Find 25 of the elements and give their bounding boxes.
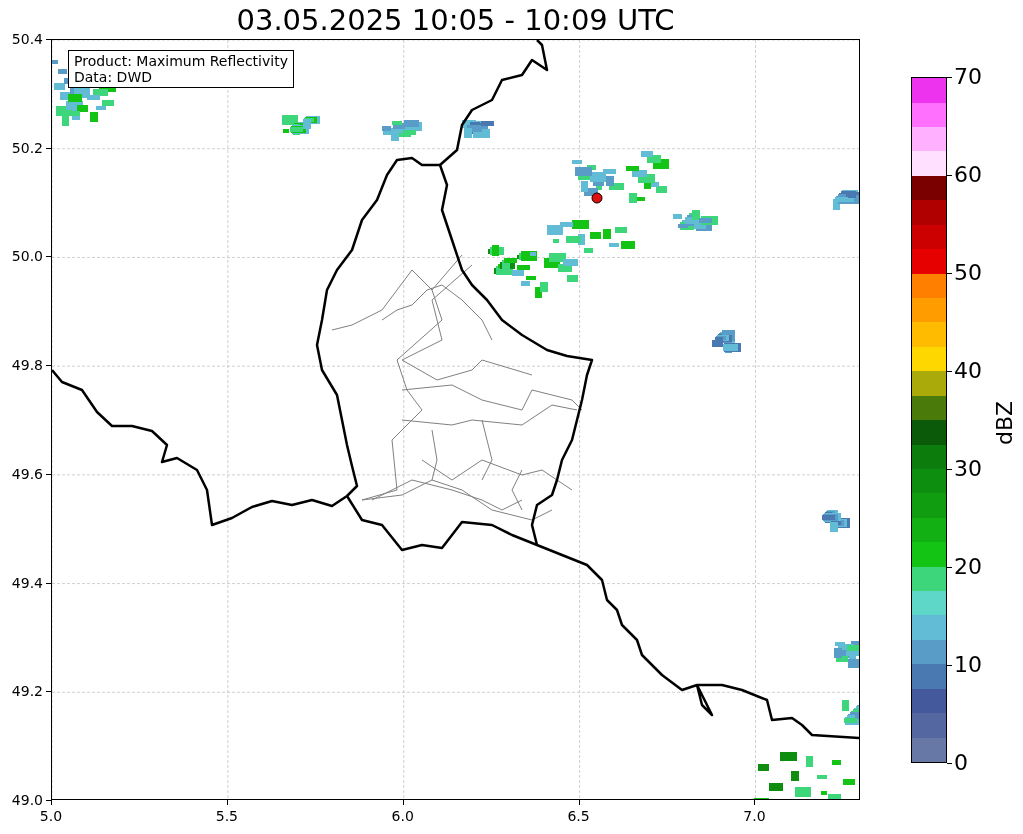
info-text: Data: DWD (74, 69, 153, 85)
y-tick-label: 49.2 (10, 683, 43, 700)
y-tick-label: 50.2 (10, 139, 43, 156)
y-tick-label: 49.8 (10, 357, 43, 374)
colorbar-tick-label: 50 (954, 260, 982, 286)
x-tick-label: 6.5 (567, 808, 590, 824)
colorbar-tick-label: 10 (954, 652, 982, 678)
x-tick-label: 5.0 (39, 808, 63, 824)
y-tick-label: 49.4 (10, 574, 43, 591)
y-tick-label: 50.4 (10, 31, 43, 47)
colorbar-tick-label: 40 (954, 358, 982, 384)
y-tick-label: 49.0 (10, 792, 43, 808)
x-tick-label: 5.5 (215, 808, 238, 824)
y-tick-label: 50.0 (10, 248, 43, 265)
colorbar-tick-label: 60 (954, 162, 982, 188)
x-tick-label: 7.0 (743, 808, 766, 824)
chart-title: 03.05.2025 10:05 - 10:09 UTC (236, 3, 675, 37)
info-text: Product: Maximum Reflectivity (74, 53, 288, 69)
colorbar-tick-label: 20 (954, 554, 982, 580)
y-tick-label: 49.6 (10, 465, 43, 482)
colorbar-tick-label: 30 (954, 456, 982, 482)
colorbar-label: dBZ (992, 400, 1019, 446)
x-tick-label: 6.0 (391, 808, 414, 824)
colorbar-tick-label: 70 (954, 64, 982, 90)
colorbar-tick-label: 0 (954, 750, 968, 776)
